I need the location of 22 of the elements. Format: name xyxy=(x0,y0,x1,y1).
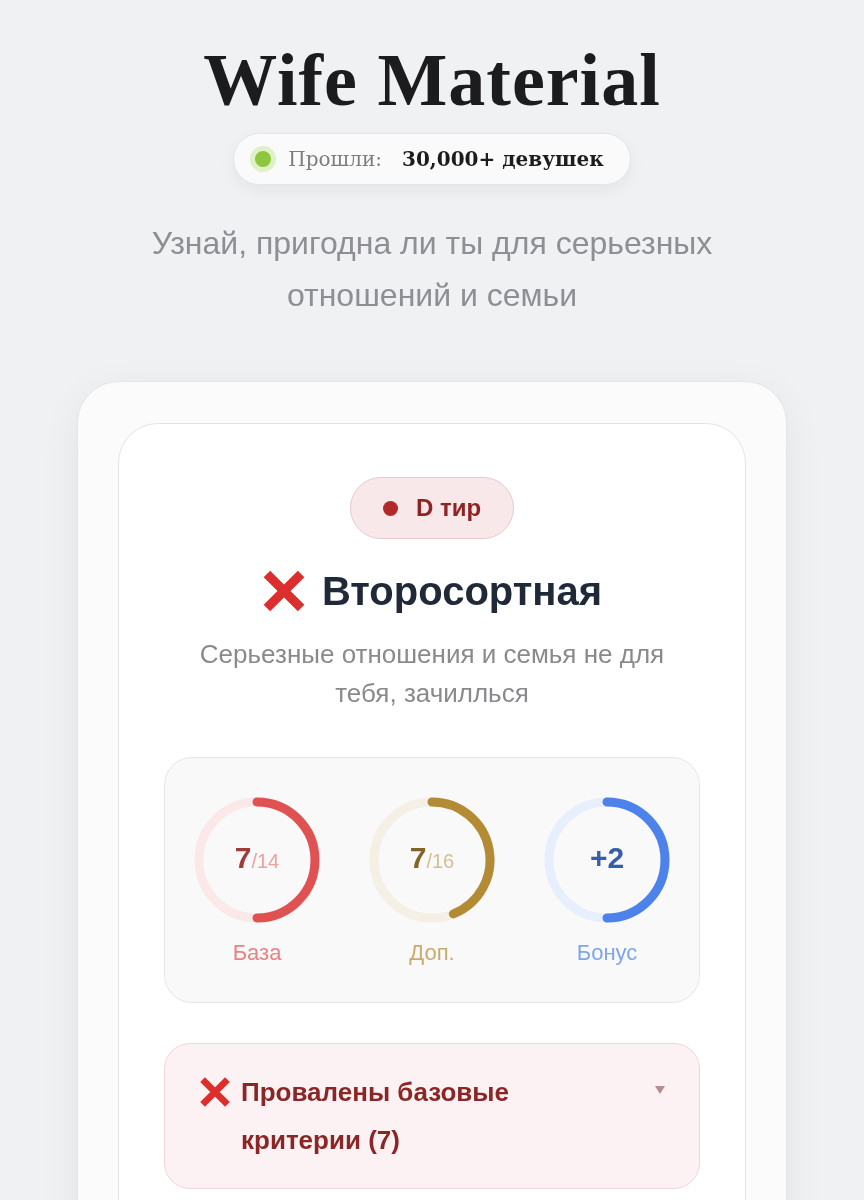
verdict-description: Серьезные отношения и семья не для тебя, зачиллься xyxy=(198,638,666,710)
failed-criteria-toggle[interactable]: Провалены базовые критерии (7) xyxy=(164,1043,700,1189)
score-value: +2 xyxy=(589,840,625,876)
cross-icon xyxy=(199,1076,231,1108)
cross-icon xyxy=(261,569,306,613)
score-value: 7 xyxy=(409,840,427,876)
score-label: Бонус xyxy=(576,939,638,967)
section-title: Провалены базовые критерии (7) xyxy=(241,1076,510,1157)
score-value: 7 xyxy=(234,840,252,876)
score-max: /14 xyxy=(251,850,280,874)
verdict-title: Второсортная xyxy=(321,568,603,615)
subtitle: Узнай, пригодна ли ты для серьезных отношений и семьи xyxy=(150,224,714,315)
caret-icon xyxy=(655,1086,665,1094)
badge-value: 30,000+ девушек xyxy=(402,147,604,171)
badge-label: Прошли: xyxy=(288,147,382,171)
tier-label: D тир xyxy=(415,494,482,522)
app-title: Wife Material xyxy=(203,38,661,122)
dot-icon xyxy=(382,500,398,516)
score-max: /16 xyxy=(426,850,455,874)
score-label: Доп. xyxy=(409,939,455,967)
status-dot-icon xyxy=(250,146,277,172)
score-label: База xyxy=(232,939,282,967)
